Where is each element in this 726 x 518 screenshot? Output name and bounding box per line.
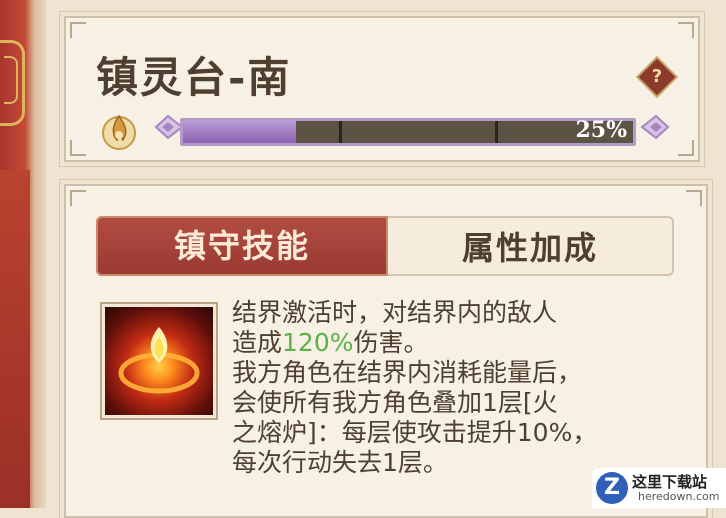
- skill-description-line: 结界激活时，对结界内的敌人: [232, 298, 692, 328]
- frame-corner: [686, 190, 702, 206]
- skill-description-line: 我方角色在结界内消耗能量后，: [232, 358, 692, 388]
- skill-description-line: 造成120%伤害。: [232, 328, 692, 358]
- tab-guard-skill[interactable]: 镇守技能: [96, 216, 388, 276]
- progress-percent: 25%: [575, 117, 627, 143]
- description-text: 会使所有我方角色叠加1层[火: [232, 388, 558, 417]
- frame-corner: [70, 22, 86, 38]
- skill-description: 结界激活时，对结界内的敌人 造成120%伤害。 我方角色在结界内消耗能量后， 会使所有…: [232, 298, 692, 478]
- help-button[interactable]: ?: [638, 58, 676, 96]
- tab-attribute-bonus[interactable]: 属性加成: [388, 216, 674, 276]
- zone-header-panel: 镇灵台-南 ? 25%: [64, 16, 700, 162]
- frame-corner: [678, 140, 694, 156]
- progress-divider: [495, 121, 498, 143]
- left-red-panel: [0, 170, 30, 508]
- description-text: 结界激活时，对结界内的敌人: [232, 298, 558, 327]
- description-text: 每次行动失去1层。: [232, 448, 448, 477]
- site-watermark: Z 这里下载站 heredown.com: [592, 468, 726, 508]
- damage-percent: 120%: [282, 328, 354, 357]
- watermark-logo: Z: [596, 472, 628, 504]
- watermark-name: 这里下载站: [632, 473, 708, 491]
- description-text: 造成: [232, 328, 283, 357]
- progress-divider: [339, 121, 342, 143]
- progress-track: 25%: [180, 117, 636, 146]
- description-text: 我方角色在结界内消耗能量后，: [232, 358, 583, 387]
- left-decor-strip: [0, 0, 46, 508]
- frame-corner: [70, 140, 86, 156]
- description-text: 之熔炉]：每层使攻击提升10%，: [232, 418, 598, 447]
- description-text: 伤害。: [353, 328, 429, 357]
- knot-ornament-inner: [4, 56, 18, 104]
- fire-ring-icon-art: [118, 327, 200, 394]
- progress-fill: [183, 121, 296, 143]
- skill-description-line: 之熔炉]：每层使攻击提升10%，: [232, 418, 692, 448]
- skill-description-line: 会使所有我方角色叠加1层[火: [232, 388, 692, 418]
- watermark-url: heredown.com: [638, 490, 720, 503]
- zone-title: 镇灵台-南: [96, 53, 292, 102]
- progress-bar: 25%: [154, 108, 674, 148]
- flame-emblem-icon: [102, 114, 136, 150]
- bar-right-cap: [640, 114, 670, 140]
- fire-ring-icon: [102, 304, 216, 418]
- help-icon: ?: [651, 66, 663, 87]
- frame-corner: [678, 22, 694, 38]
- frame-corner: [70, 190, 86, 206]
